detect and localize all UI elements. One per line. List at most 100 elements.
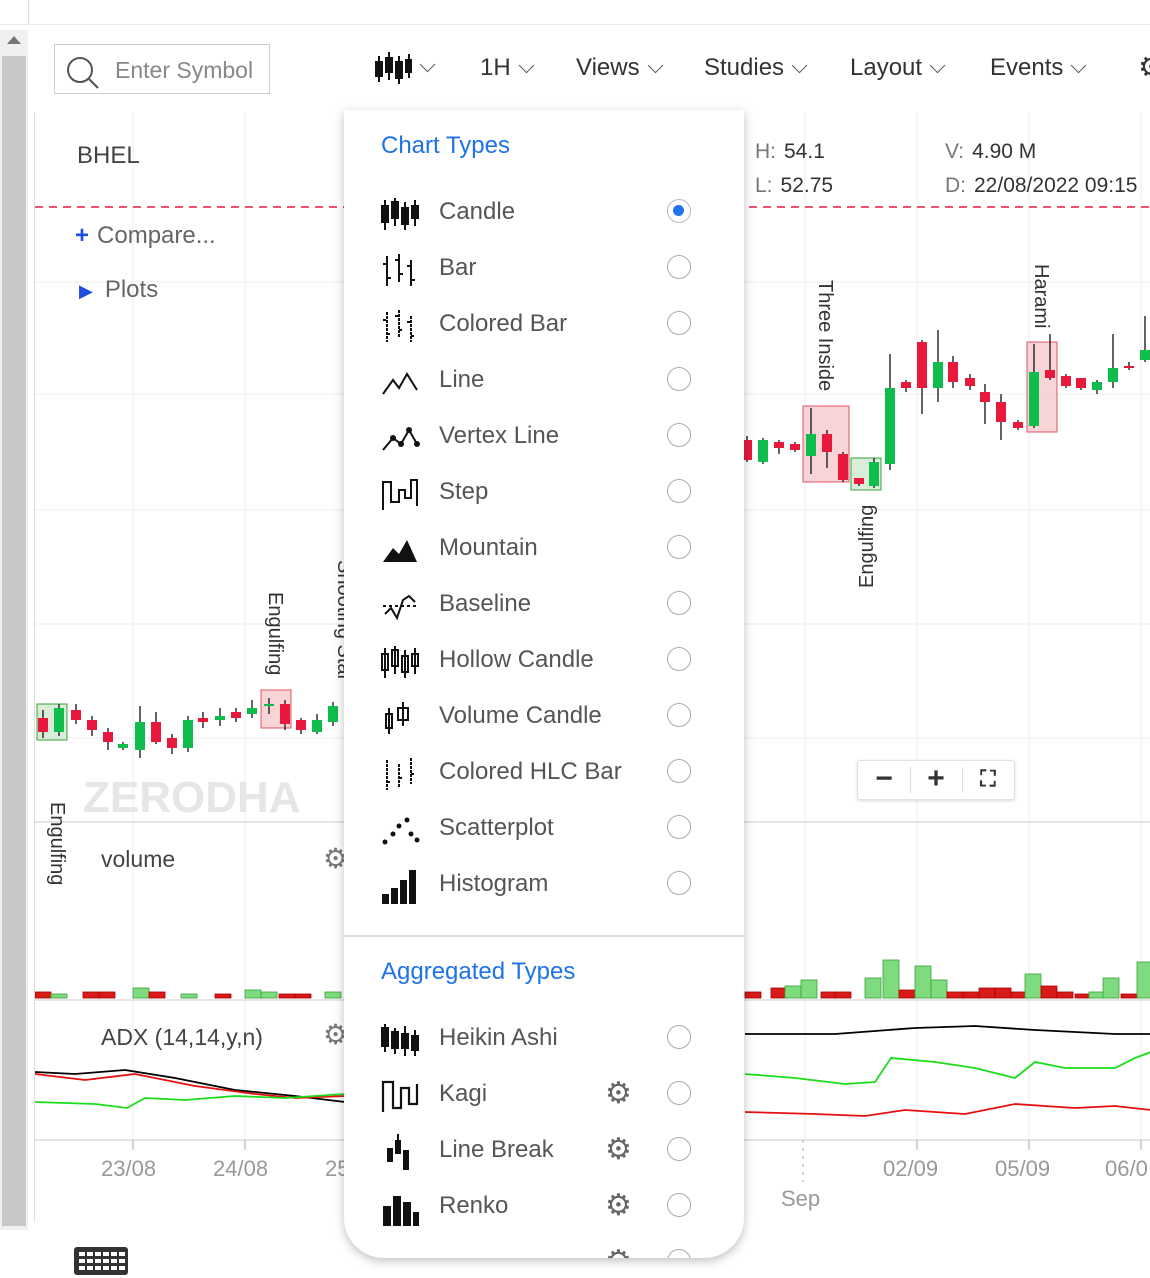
chart-type-vertex-line[interactable]: Vertex Line — [344, 410, 744, 466]
radio-button[interactable] — [667, 591, 691, 615]
keyboard-icon[interactable] — [74, 1247, 128, 1275]
settings-gear-icon[interactable]: ⚙ — [605, 1191, 632, 1221]
zoom-controls: − + ⛶ — [857, 760, 1015, 800]
chart-type-histogram[interactable]: Histogram — [344, 858, 744, 914]
aggregated-type-cut-off[interactable]: ⚙ — [344, 1236, 744, 1258]
radio-button[interactable] — [667, 1193, 691, 1217]
menu-item-label: Colored Bar — [439, 310, 568, 337]
chart-type-line[interactable]: Line — [344, 354, 744, 410]
fullscreen-icon[interactable]: ⛶ — [962, 761, 1014, 799]
candle-body — [118, 744, 128, 748]
pattern-label: Engulfing — [264, 592, 286, 675]
volume-bar — [930, 979, 948, 999]
events-dropdown[interactable]: Events — [990, 54, 1087, 82]
settings-gear-icon[interactable]: ⚙ — [605, 1079, 632, 1109]
symbol-search[interactable] — [54, 44, 270, 94]
volume-bar — [35, 991, 52, 999]
search-icon — [67, 57, 99, 89]
zoom-out-button[interactable]: − — [858, 761, 910, 799]
radio-button[interactable] — [667, 255, 691, 279]
volume-bar — [1120, 993, 1138, 999]
radio-button[interactable] — [667, 1081, 691, 1105]
chart-type-volume-candle[interactable]: Volume Candle — [344, 690, 744, 746]
radio-button[interactable] — [667, 1025, 691, 1049]
radio-button[interactable] — [667, 871, 691, 895]
chart-type-scatterplot[interactable]: Scatterplot — [344, 802, 744, 858]
chevron-down-icon — [929, 57, 946, 74]
chart-type-bar[interactable]: Bar — [344, 242, 744, 298]
chart-type-candle[interactable]: Candle — [344, 186, 744, 242]
radio-button[interactable] — [667, 759, 691, 783]
volume-bar — [770, 987, 788, 999]
chart-type-colored-bar[interactable]: Colored Bar — [344, 298, 744, 354]
chart-type-mountain[interactable]: Mountain — [344, 522, 744, 578]
time-label: 02/09 — [883, 1156, 939, 1181]
interval-dropdown[interactable]: 1H — [480, 54, 534, 82]
scroll-up-arrow-icon[interactable] — [7, 36, 21, 44]
aggregated-type-heikin-ashi[interactable]: Heikin Ashi — [344, 1012, 744, 1068]
radio-button[interactable] — [667, 479, 691, 503]
mountain-icon — [383, 540, 417, 562]
settings-gear-icon[interactable]: ⚙ — [1138, 50, 1150, 85]
volume-bar — [914, 965, 932, 999]
candle-body — [965, 378, 975, 386]
menu-item-label: Candle — [439, 198, 516, 225]
candle-body — [806, 434, 816, 456]
search-input[interactable] — [113, 53, 267, 87]
radio-button[interactable] — [667, 1137, 691, 1161]
vertical-scrollbar[interactable] — [0, 30, 28, 1230]
zoom-in-button[interactable]: + — [910, 761, 962, 799]
compare-button[interactable]: + Compare... — [75, 222, 216, 250]
scrollbar-thumb[interactable] — [2, 56, 26, 1226]
menu-item-label: Scatterplot — [439, 814, 554, 841]
radio-button[interactable] — [667, 423, 691, 447]
time-label: 24/08 — [213, 1156, 269, 1181]
volume-bar — [260, 991, 278, 999]
radio-button[interactable] — [667, 703, 691, 727]
chart-type-hollow-candle[interactable]: Hollow Candle — [344, 634, 744, 690]
menu-item-label: Hollow Candle — [439, 646, 594, 673]
radio-button[interactable] — [667, 311, 691, 335]
chevron-down-icon — [1071, 57, 1087, 74]
volume-bar — [1088, 991, 1106, 999]
layout-dropdown[interactable]: Layout — [850, 54, 946, 82]
menu-item-label: Heikin Ashi — [439, 1024, 558, 1051]
volume-panel-title: volume — [101, 846, 176, 872]
volume-bar — [50, 993, 68, 999]
candle-body — [135, 722, 145, 750]
chart-type-baseline[interactable]: Baseline — [344, 578, 744, 634]
chart-type-colored-hlc-bar[interactable]: Colored HLC Bar — [344, 746, 744, 802]
chart-type-button[interactable] — [374, 50, 436, 86]
candle-body — [996, 402, 1006, 422]
layout-label: Layout — [850, 54, 923, 81]
radio-button[interactable] — [667, 647, 691, 671]
candle-body — [838, 454, 848, 480]
plots-toggle[interactable]: ▶ Plots — [79, 276, 158, 304]
aggregated-type-kagi[interactable]: Kagi ⚙ — [344, 1068, 744, 1124]
settings-gear-icon[interactable]: ⚙ — [605, 1135, 632, 1165]
radio-button[interactable] — [667, 367, 691, 391]
colored-bar-icon — [383, 310, 415, 342]
candle-body — [948, 362, 958, 382]
radio-button[interactable] — [667, 199, 691, 223]
volume-bar — [800, 979, 818, 999]
views-dropdown[interactable]: Views — [576, 54, 663, 82]
aggregated-type-line-break[interactable]: Line Break ⚙ — [344, 1124, 744, 1180]
candle-body — [296, 720, 306, 730]
radio-button[interactable] — [667, 1249, 691, 1258]
volume-bar — [294, 993, 312, 999]
volume-bar — [744, 991, 762, 999]
events-label: Events — [990, 54, 1064, 81]
candle-body — [215, 716, 225, 720]
radio-button[interactable] — [667, 815, 691, 839]
heikin-ashi-icon — [381, 1024, 419, 1056]
chart-type-step[interactable]: Step — [344, 466, 744, 522]
settings-gear-icon[interactable]: ⚙ — [605, 1247, 632, 1259]
studies-dropdown[interactable]: Studies — [704, 54, 808, 82]
aggregated-type-renko[interactable]: Renko ⚙ — [344, 1180, 744, 1236]
candle-icon — [375, 52, 412, 84]
volume-bar — [784, 985, 802, 999]
radio-button[interactable] — [667, 535, 691, 559]
vertex-line-icon — [382, 427, 420, 451]
candle-body — [231, 712, 241, 718]
